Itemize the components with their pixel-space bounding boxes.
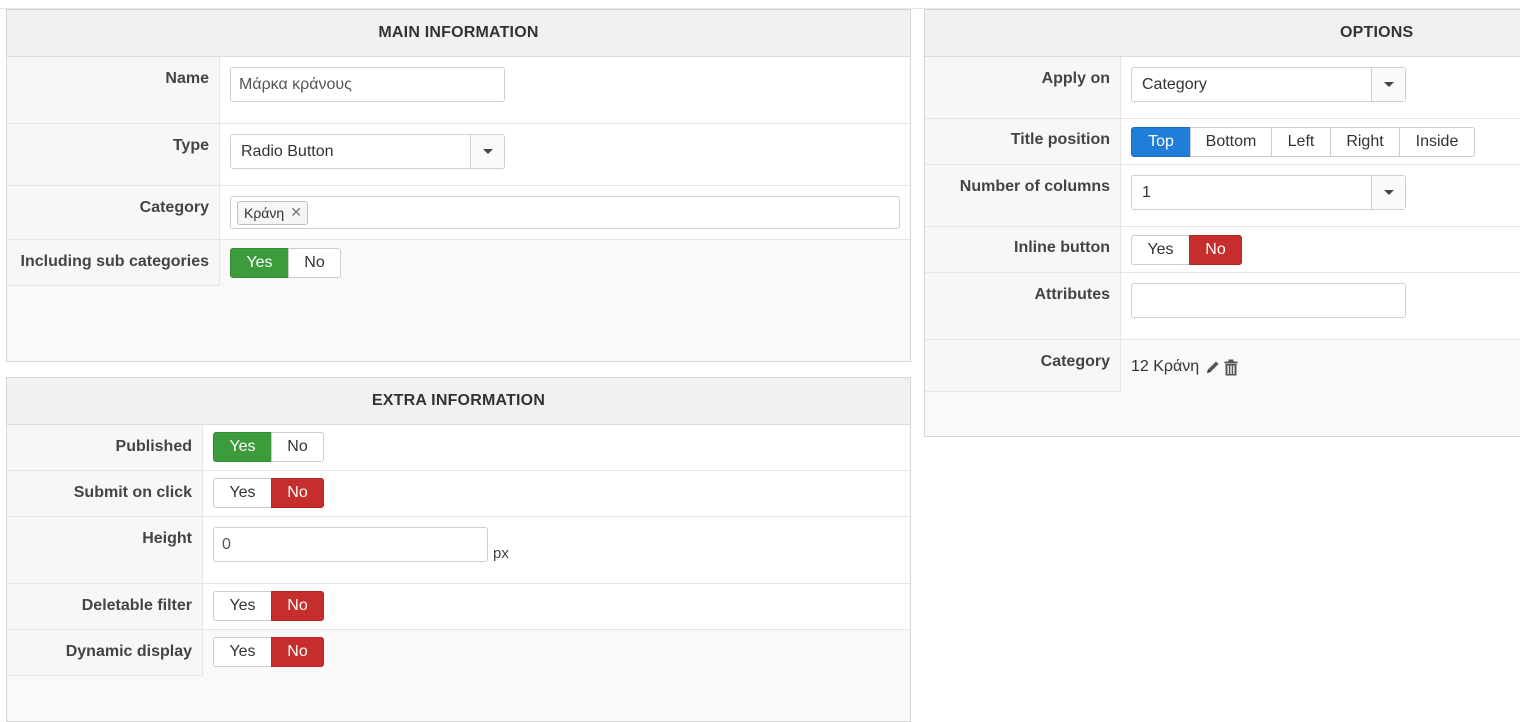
options-category-value: 12 Κράνη [1131, 358, 1200, 375]
inline-yes-button[interactable]: Yes [1131, 235, 1190, 265]
options-panel: OPTIONS Apply on Category Title position… [924, 9, 1520, 437]
title-position-bottom-button[interactable]: Bottom [1190, 127, 1272, 157]
chevron-down-icon[interactable] [470, 135, 504, 168]
close-icon[interactable]: ✕ [290, 204, 302, 221]
subcategories-row: Including sub categories Yes No [7, 240, 910, 286]
height-input[interactable]: 0 [213, 527, 488, 562]
main-information-panel: MAIN INFORMATION Name Μάρκα κράνους Type… [6, 9, 911, 362]
apply-on-select[interactable]: Category [1131, 67, 1406, 102]
inline-button-label: Inline button [925, 227, 1121, 272]
pencil-icon[interactable] [1205, 359, 1221, 375]
height-unit: px [493, 544, 509, 562]
category-tag-input[interactable]: Κράνη ✕ [230, 196, 900, 229]
extra-information-panel: EXTRA INFORMATION Published Yes No Submi… [6, 377, 911, 722]
apply-on-label: Apply on [925, 57, 1121, 118]
chevron-down-icon[interactable] [1371, 176, 1405, 209]
category-row: Category Κράνη ✕ [7, 186, 910, 240]
inline-no-button[interactable]: No [1189, 235, 1242, 265]
submit-no-button[interactable]: No [271, 478, 324, 508]
title-position-left-button[interactable]: Left [1271, 127, 1331, 157]
subcategories-label: Including sub categories [7, 240, 220, 286]
type-label: Type [7, 124, 220, 185]
height-row: Height 0 px [7, 517, 910, 584]
name-row: Name Μάρκα κράνους [7, 57, 910, 124]
options-category-label: Category [925, 340, 1121, 392]
number-of-columns-select[interactable]: 1 [1131, 175, 1406, 210]
category-label: Category [7, 186, 220, 239]
dynamic-display-label: Dynamic display [7, 630, 203, 676]
published-yes-button[interactable]: Yes [213, 432, 272, 462]
options-category-row: Category 12 Κράνη [925, 340, 1520, 392]
published-label: Published [7, 425, 203, 470]
dynamic-no-button[interactable]: No [271, 637, 324, 667]
dynamic-display-toggle: Yes No [213, 637, 324, 667]
submit-on-click-label: Submit on click [7, 471, 203, 516]
name-label: Name [7, 57, 220, 123]
apply-on-value: Category [1142, 75, 1207, 93]
apply-on-row: Apply on Category [925, 57, 1520, 119]
dynamic-display-row: Dynamic display Yes No [7, 630, 910, 676]
height-label: Height [7, 517, 203, 583]
title-position-inside-button[interactable]: Inside [1399, 127, 1475, 157]
submit-yes-button[interactable]: Yes [213, 478, 272, 508]
inline-button-row: Inline button Yes No [925, 227, 1520, 273]
submit-on-click-row: Submit on click Yes No [7, 471, 910, 517]
extra-information-header: EXTRA INFORMATION [7, 378, 910, 425]
chevron-down-icon[interactable] [1371, 68, 1405, 101]
deletable-filter-toggle: Yes No [213, 591, 324, 621]
dynamic-yes-button[interactable]: Yes [213, 637, 272, 667]
deletable-filter-row: Deletable filter Yes No [7, 584, 910, 630]
type-select[interactable]: Radio Button [230, 134, 505, 169]
deletable-no-button[interactable]: No [271, 591, 324, 621]
deletable-filter-label: Deletable filter [7, 584, 203, 629]
type-row: Type Radio Button [7, 124, 910, 186]
options-header: OPTIONS [925, 10, 1520, 57]
attributes-row: Attributes [925, 273, 1520, 340]
title-position-row: Title position Top Bottom Left Right Ins… [925, 119, 1520, 165]
inline-button-toggle: Yes No [1131, 235, 1242, 265]
category-tag: Κράνη ✕ [237, 200, 308, 225]
attributes-label: Attributes [925, 273, 1121, 339]
published-toggle: Yes No [213, 432, 324, 462]
deletable-yes-button[interactable]: Yes [213, 591, 272, 621]
number-of-columns-value: 1 [1142, 183, 1151, 201]
subcategories-yes-button[interactable]: Yes [230, 248, 289, 278]
attributes-input[interactable] [1131, 283, 1406, 318]
type-select-value: Radio Button [241, 142, 334, 160]
subcategories-no-button[interactable]: No [288, 248, 341, 278]
number-of-columns-label: Number of columns [925, 165, 1121, 226]
subcategories-toggle: Yes No [230, 248, 341, 278]
title-position-label: Title position [925, 119, 1121, 164]
published-row: Published Yes No [7, 425, 910, 471]
title-position-right-button[interactable]: Right [1330, 127, 1400, 157]
top-divider [0, 0, 1520, 9]
trash-icon[interactable] [1224, 359, 1238, 376]
title-position-group: Top Bottom Left Right Inside [1131, 127, 1475, 157]
number-of-columns-row: Number of columns 1 [925, 165, 1520, 227]
published-no-button[interactable]: No [271, 432, 324, 462]
title-position-top-button[interactable]: Top [1131, 127, 1191, 157]
submit-on-click-toggle: Yes No [213, 478, 324, 508]
main-information-header: MAIN INFORMATION [7, 10, 910, 57]
name-input[interactable]: Μάρκα κράνους [230, 67, 505, 102]
